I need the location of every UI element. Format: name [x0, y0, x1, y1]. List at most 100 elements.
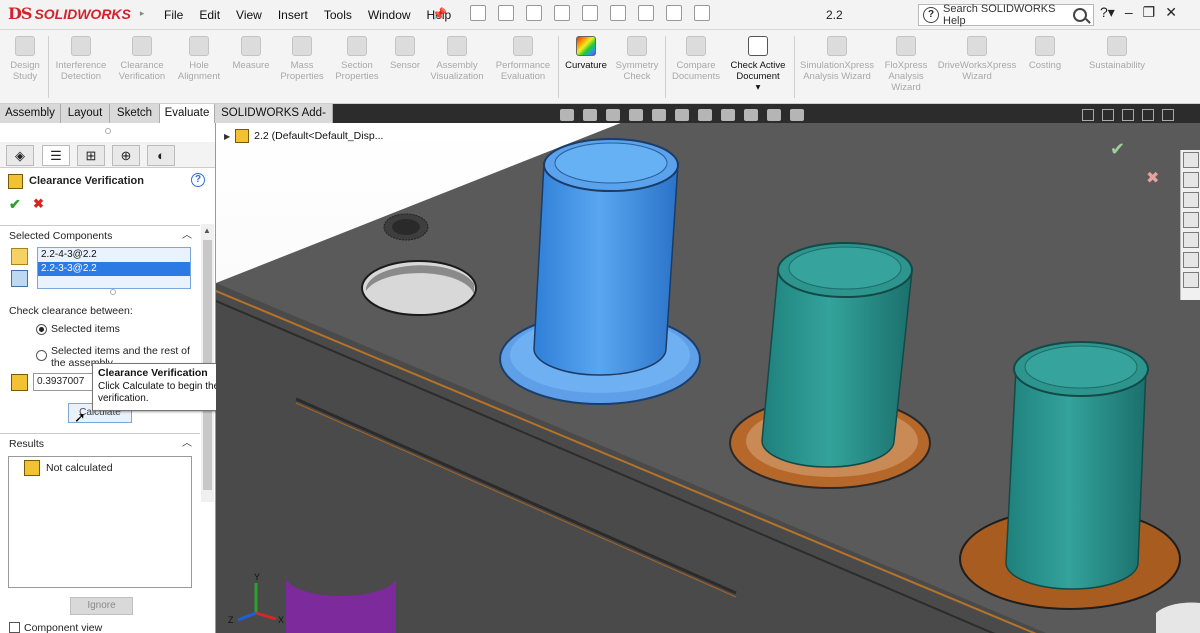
options-gear-icon[interactable]: [694, 5, 710, 21]
search-placeholder[interactable]: Search SOLIDWORKS Help: [943, 3, 1073, 27]
ignore-button[interactable]: Ignore: [70, 597, 133, 615]
section-properties-button[interactable]: Section Properties: [330, 34, 384, 82]
viewport-minimize-icon[interactable]: [1082, 109, 1094, 121]
tab-layout[interactable]: Layout: [61, 104, 110, 123]
viewport-restore-icon[interactable]: [1122, 109, 1134, 121]
panel-resize-handle[interactable]: [105, 128, 111, 134]
undo-icon[interactable]: [582, 5, 598, 21]
viewport-tile-icon[interactable]: [1102, 109, 1114, 121]
zoom-to-fit-icon[interactable]: [560, 109, 574, 121]
component-view-checkbox[interactable]: [9, 622, 20, 633]
collapse-chevron-icon[interactable]: ︿: [182, 226, 192, 246]
graphics-area[interactable]: Y X Z ✔ ✖ ▶ 2.2 (Default<Default_Disp...: [216, 123, 1200, 633]
featuremanager-tab-icon[interactable]: ◈: [6, 145, 34, 166]
appearances-icon[interactable]: [1183, 232, 1199, 248]
list-item[interactable]: 2.2-4-3@2.2: [38, 248, 190, 262]
measure-button[interactable]: Measure: [228, 34, 274, 71]
menu-insert[interactable]: Insert: [270, 8, 316, 22]
menu-expand-icon[interactable]: ▸: [140, 8, 145, 19]
file-explorer-icon[interactable]: [1183, 192, 1199, 208]
pin-icon[interactable]: 📌: [432, 7, 447, 21]
viewport-close-icon[interactable]: [1162, 109, 1174, 121]
zoom-to-area-icon[interactable]: [583, 109, 597, 121]
section-view-icon[interactable]: [629, 109, 643, 121]
collapse-chevron-icon[interactable]: ︿: [182, 434, 192, 454]
performance-evaluation-button[interactable]: Performance Evaluation: [492, 34, 554, 82]
file-properties-icon[interactable]: [666, 5, 682, 21]
selected-items-radio[interactable]: [36, 324, 47, 335]
teal-pin-3-body[interactable]: [1005, 367, 1147, 590]
viewport-maximize-icon[interactable]: [1142, 109, 1154, 121]
apply-scene-icon[interactable]: [744, 109, 758, 121]
selected-items-label[interactable]: Selected items: [51, 323, 120, 335]
menu-file[interactable]: File: [156, 8, 191, 22]
edit-appearance-icon[interactable]: [721, 109, 735, 121]
results-header[interactable]: Results ︿: [0, 433, 200, 453]
compare-documents-button[interactable]: Compare Documents: [668, 34, 724, 82]
confirm-cancel-icon[interactable]: ✖: [1146, 168, 1159, 187]
list-item[interactable]: 2.2-3-3@2.2: [38, 262, 190, 276]
cancel-x-icon[interactable]: ✖: [33, 196, 44, 212]
teal-pin-2-body[interactable]: [761, 270, 913, 468]
display-manager-tab-icon[interactable]: ◐: [147, 145, 175, 166]
dimxpert-tab-icon[interactable]: ⊕: [112, 145, 140, 166]
check-active-document-button[interactable]: Check Active Document ▾: [726, 34, 790, 93]
tab-solidworks-addins[interactable]: SOLIDWORKS Add-Ins: [215, 104, 333, 138]
display-style-icon[interactable]: [675, 109, 689, 121]
menu-edit[interactable]: Edit: [191, 8, 228, 22]
tab-evaluate[interactable]: Evaluate: [160, 104, 215, 123]
symmetry-check-button[interactable]: Symmetry Check: [612, 34, 662, 82]
search-icon[interactable]: [1073, 8, 1087, 22]
component-view-label[interactable]: Component view: [24, 622, 102, 633]
help-search-box[interactable]: ? Search SOLIDWORKS Help: [918, 3, 1094, 27]
view-settings-icon[interactable]: [767, 109, 781, 121]
blue-pin-body[interactable]: [533, 162, 679, 376]
menu-window[interactable]: Window: [360, 8, 419, 22]
assembly-visualization-button[interactable]: Assembly Visualization: [426, 34, 488, 82]
close-icon[interactable]: ✕: [1165, 4, 1177, 21]
open-document-icon[interactable]: [498, 5, 514, 21]
new-document-icon[interactable]: [470, 5, 486, 21]
view-palette-icon[interactable]: [1183, 212, 1199, 228]
minimum-clearance-input[interactable]: 0.3937007: [33, 373, 93, 391]
rest-of-assembly-radio[interactable]: [36, 350, 47, 361]
propertymanager-tab-icon[interactable]: ☰: [42, 145, 70, 166]
selected-components-header[interactable]: Selected Components ︿: [0, 225, 200, 245]
configurationmanager-tab-icon[interactable]: ⊞: [77, 145, 105, 166]
scroll-up-icon[interactable]: ▲: [203, 226, 211, 235]
sustainability-button[interactable]: Sustainability: [1080, 34, 1154, 71]
floxpress-button[interactable]: FloXpress Analysis Wizard: [880, 34, 932, 93]
tab-sketch[interactable]: Sketch: [110, 104, 160, 123]
select-icon[interactable]: [610, 5, 626, 21]
interference-detection-button[interactable]: Interference Detection: [52, 34, 110, 82]
clearance-verification-button[interactable]: Clearance Verification: [114, 34, 170, 82]
help-icon[interactable]: ?: [191, 173, 205, 187]
dropdown-arrow-icon[interactable]: ▾: [726, 82, 790, 93]
confirm-check-icon[interactable]: ✔: [1110, 139, 1125, 160]
menu-tools[interactable]: Tools: [316, 8, 360, 22]
hole-alignment-button[interactable]: Hole Alignment: [172, 34, 226, 82]
previous-view-icon[interactable]: [606, 109, 620, 121]
custom-properties-icon[interactable]: [1183, 252, 1199, 268]
components-selection-box[interactable]: 2.2-4-3@2.2 2.2-3-3@2.2: [37, 247, 191, 289]
hide-show-items-icon[interactable]: [698, 109, 712, 121]
solidworks-forum-icon[interactable]: [1183, 272, 1199, 288]
design-library-icon[interactable]: [1183, 172, 1199, 188]
3d-model-render[interactable]: Y X Z ✔ ✖: [216, 123, 1200, 633]
help-dropdown-icon[interactable]: ?▾: [1100, 4, 1115, 21]
flyout-featuremanager-item[interactable]: ▶ 2.2 (Default<Default_Disp...: [224, 129, 383, 143]
ok-check-icon[interactable]: ✔: [9, 196, 21, 213]
view-orientation-icon[interactable]: [652, 109, 666, 121]
curvature-button[interactable]: Curvature: [562, 34, 610, 71]
print-icon[interactable]: [554, 5, 570, 21]
design-study-button[interactable]: Design Study: [6, 34, 44, 82]
solidworks-logo[interactable]: DS SOLIDWORKS ▸: [8, 4, 144, 23]
driveworksxpress-button[interactable]: DriveWorksXpress Wizard: [934, 34, 1020, 82]
rebuild-icon[interactable]: [638, 5, 654, 21]
simulationxpress-button[interactable]: SimulationXpress Analysis Wizard: [796, 34, 878, 82]
mass-properties-button[interactable]: Mass Properties: [276, 34, 328, 82]
restore-icon[interactable]: ❐: [1143, 4, 1156, 21]
list-resize-handle[interactable]: [110, 289, 116, 295]
costing-button[interactable]: Costing: [1022, 34, 1068, 71]
menu-view[interactable]: View: [228, 8, 270, 22]
